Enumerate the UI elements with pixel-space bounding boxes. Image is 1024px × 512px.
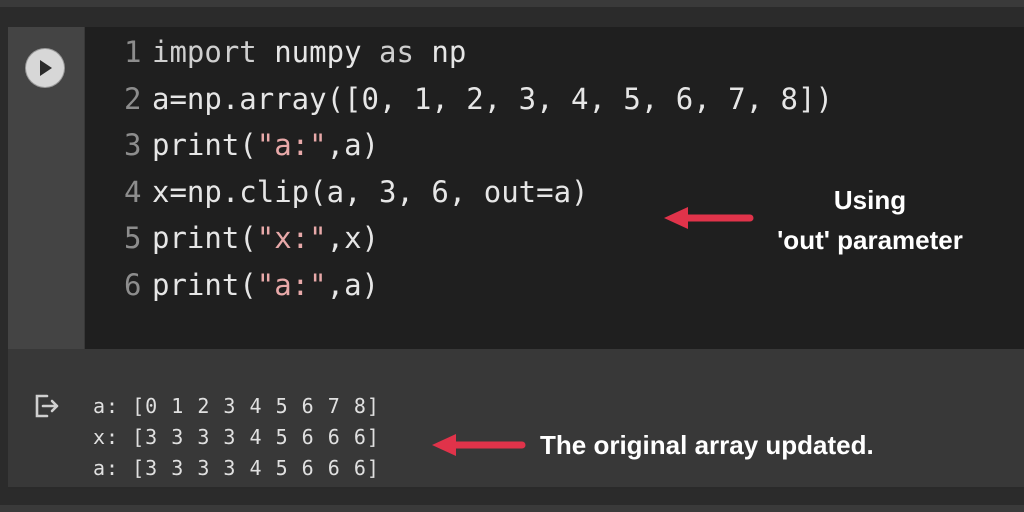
keyword: as	[378, 35, 414, 69]
arrow-left-icon	[432, 434, 526, 456]
code-text: ,a)	[326, 128, 379, 162]
output-redirect-icon[interactable]	[32, 391, 62, 421]
code-line[interactable]: 5 print("x:",x)	[124, 218, 379, 258]
code-text: print(	[152, 268, 257, 302]
annotation-line: 'out' parameter	[777, 225, 963, 255]
code-text: ,x)	[326, 221, 379, 255]
cell-gutter	[8, 27, 84, 349]
line-number: 3	[124, 128, 142, 162]
code-text: a=np.array([0, 1, 2, 3, 4, 5, 6, 7, 8])	[152, 82, 833, 116]
string-literal: "x:"	[256, 221, 327, 255]
code-text: print(	[152, 128, 257, 162]
next-cell-edge	[0, 505, 1024, 512]
line-number: 5	[124, 221, 142, 255]
string-literal: "a:"	[256, 128, 327, 162]
code-text: np	[413, 35, 467, 69]
previous-cell-edge	[0, 0, 1024, 7]
line-number: 4	[124, 175, 142, 209]
code-line[interactable]: 1 import numpy as np	[124, 32, 466, 72]
output-line: a: [3 3 3 3 4 5 6 6 6]	[93, 456, 380, 480]
run-cell-button[interactable]	[26, 49, 64, 87]
code-text: print(	[152, 221, 257, 255]
line-number: 2	[124, 82, 142, 116]
output-line: x: [3 3 3 3 4 5 6 6 6]	[93, 425, 380, 449]
line-number: 6	[124, 268, 142, 302]
play-icon	[40, 60, 52, 76]
code-text: x=np.clip(a, 3, 6, out=a)	[152, 175, 589, 209]
annotation-line: Using	[833, 185, 907, 215]
string-literal: "a:"	[256, 268, 327, 302]
cell-output: a: [0 1 2 3 4 5 6 7 8] x: [3 3 3 3 4 5 6…	[8, 349, 1024, 487]
code-line[interactable]: 6 print("a:",a)	[124, 265, 379, 305]
code-text: ,a)	[326, 268, 379, 302]
arrow-left-icon	[664, 207, 754, 229]
code-line[interactable]: 4 x=np.clip(a, 3, 6, out=a)	[124, 172, 589, 212]
code-line[interactable]: 2 a=np.array([0, 1, 2, 3, 4, 5, 6, 7, 8])	[124, 79, 833, 119]
output-line: a: [0 1 2 3 4 5 6 7 8]	[93, 394, 380, 418]
code-text: numpy	[256, 35, 379, 69]
code-line[interactable]: 3 print("a:",a)	[124, 125, 379, 165]
out-parameter-annotation: Using 'out' parameter	[750, 180, 990, 260]
line-number: 1	[124, 35, 142, 69]
keyword: import	[152, 35, 257, 69]
original-array-annotation: The original array updated.	[540, 430, 874, 460]
